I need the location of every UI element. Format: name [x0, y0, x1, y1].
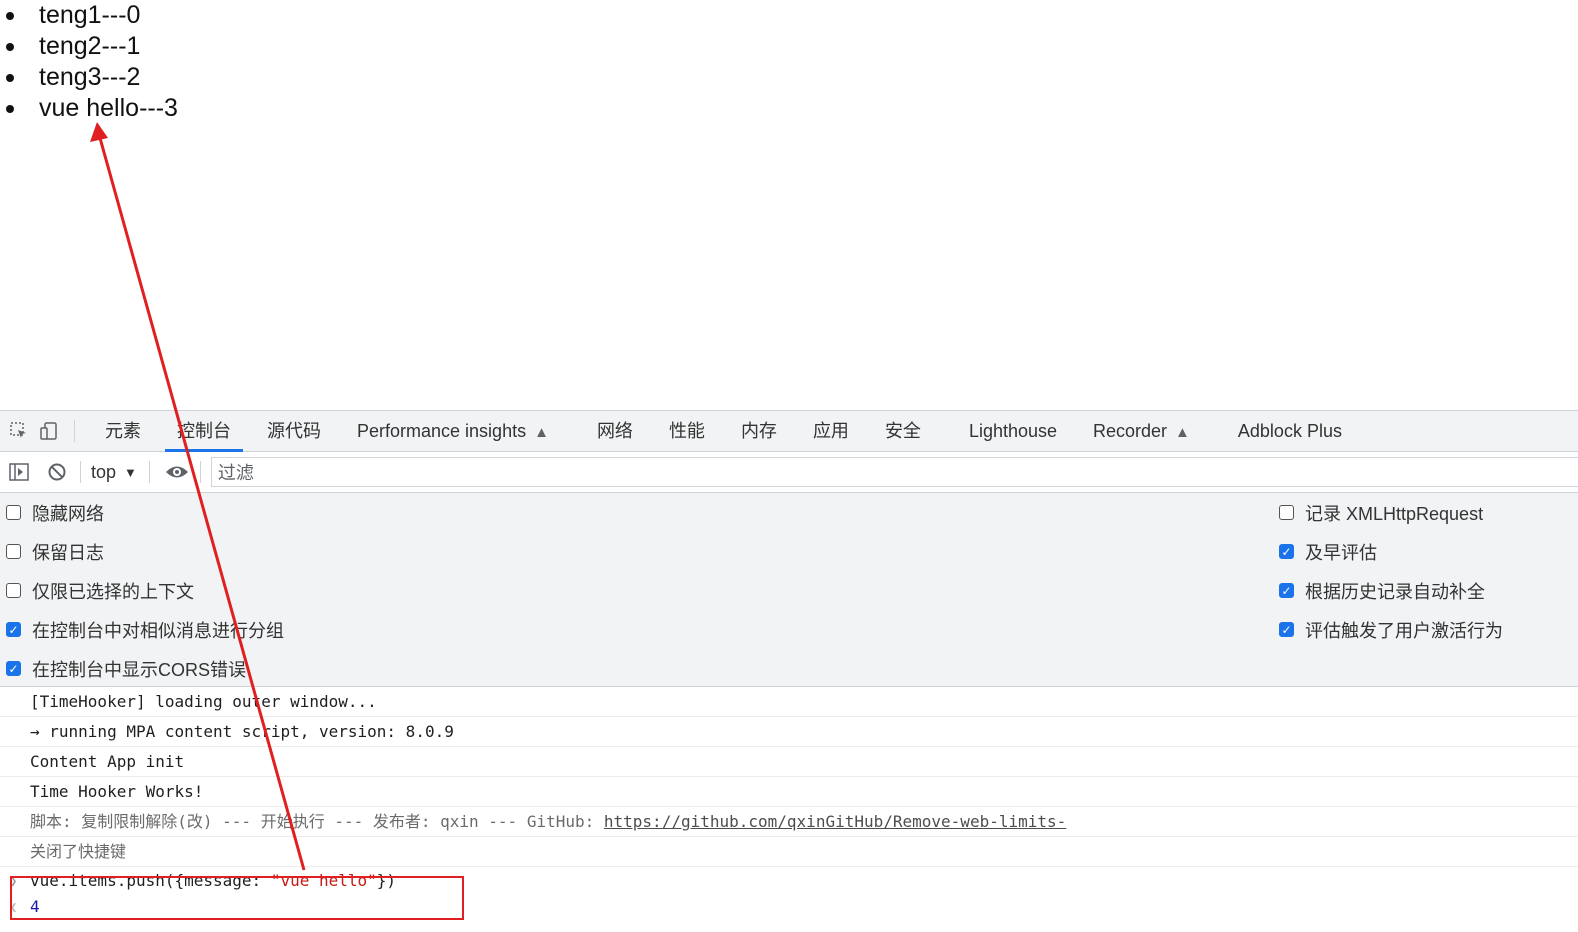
console-message: Time Hooker Works!	[0, 777, 1578, 807]
list-item: teng2---1	[0, 31, 178, 62]
chevron-down-icon: ▼	[124, 464, 137, 480]
toolbar-divider	[148, 461, 150, 483]
tab-network[interactable]: 网络	[579, 411, 651, 451]
device-toolbar-icon[interactable]	[34, 411, 64, 451]
toolbar-divider	[74, 420, 75, 442]
console-message: 脚本: 复制限制解除(改) --- 开始执行 --- 发布者: qxin ---…	[0, 807, 1578, 837]
console-message: 关闭了快捷键	[0, 837, 1578, 867]
experiment-flask-icon: ▲	[1175, 424, 1190, 441]
checkbox[interactable]	[1279, 505, 1294, 520]
console-output: [TimeHooker] loading outer window... → r…	[0, 687, 1578, 932]
setting-preserve-log[interactable]: 保留日志	[6, 532, 284, 571]
setting-group-similar[interactable]: ✓ 在控制台中对相似消息进行分组	[6, 610, 284, 649]
page-viewport: teng1---0 teng2---1 teng3---2 vue hello-…	[0, 0, 1578, 410]
tab-adblock-plus[interactable]: Adblock Plus	[1220, 411, 1360, 451]
list-item: teng3---2	[0, 62, 178, 93]
item-list: teng1---0 teng2---1 teng3---2 vue hello-…	[0, 0, 178, 124]
setting-show-cors-errors[interactable]: ✓ 在控制台中显示CORS错误	[6, 649, 284, 688]
setting-autocomplete-history[interactable]: ✓ 根据历史记录自动补全	[1279, 571, 1503, 610]
console-toolbar: top ▼ 过滤	[0, 452, 1578, 493]
context-selector[interactable]: top ▼	[85, 452, 147, 492]
live-expression-eye-icon[interactable]	[158, 452, 196, 492]
bullet-icon	[6, 74, 14, 82]
list-item: teng1---0	[0, 0, 178, 31]
checkbox-checked[interactable]: ✓	[1279, 622, 1294, 637]
settings-left-column: 隐藏网络 保留日志 仅限已选择的上下文 ✓ 在控制台中对相似消息进行分组 ✓ 在控制…	[6, 493, 284, 688]
inspect-element-icon[interactable]	[4, 411, 34, 451]
tab-lighthouse[interactable]: Lighthouse	[951, 411, 1075, 451]
setting-user-activation[interactable]: ✓ 评估触发了用户激活行为	[1279, 610, 1503, 649]
screenshot-root: teng1---0 teng2---1 teng3---2 vue hello-…	[0, 0, 1578, 932]
github-link[interactable]: https://github.com/qxinGitHub/Remove-web…	[604, 812, 1066, 831]
setting-hide-network[interactable]: 隐藏网络	[6, 493, 284, 532]
list-item: vue hello---3	[0, 93, 178, 124]
bullet-icon	[6, 12, 14, 20]
settings-right-column: 记录 XMLHttpRequest ✓ 及早评估 ✓ 根据历史记录自动补全 ✓ 评估触…	[1279, 493, 1503, 649]
result-arrow-icon: ❮	[10, 900, 18, 914]
filter-input[interactable]: 过滤	[210, 457, 1578, 487]
checkbox-checked[interactable]: ✓	[6, 661, 21, 676]
console-settings: 隐藏网络 保留日志 仅限已选择的上下文 ✓ 在控制台中对相似消息进行分组 ✓ 在控制…	[0, 493, 1578, 687]
checkbox[interactable]	[6, 505, 21, 520]
tab-console[interactable]: 控制台	[159, 411, 249, 452]
tab-sources[interactable]: 源代码	[249, 411, 339, 451]
toolbar-divider	[80, 461, 81, 483]
setting-selected-context-only[interactable]: 仅限已选择的上下文	[6, 571, 284, 610]
checkbox-checked[interactable]: ✓	[6, 622, 21, 637]
tab-application[interactable]: 应用	[795, 411, 867, 451]
tab-elements[interactable]: 元素	[87, 411, 159, 451]
tab-performance-insights[interactable]: Performance insights ▲	[339, 411, 567, 451]
setting-log-xhr[interactable]: 记录 XMLHttpRequest	[1279, 493, 1503, 532]
devtools-panel: 元素 控制台 源代码 Performance insights ▲ 网络 性能 内…	[0, 410, 1578, 932]
toolbar-divider	[199, 461, 201, 483]
bullet-icon	[6, 43, 14, 51]
tab-recorder[interactable]: Recorder ▲	[1075, 411, 1208, 451]
prompt-chevron-icon: ❯	[10, 874, 18, 888]
console-message: → running MPA content script, version: 8…	[0, 717, 1578, 747]
tab-memory[interactable]: 内存	[723, 411, 795, 451]
devtools-tabbar: 元素 控制台 源代码 Performance insights ▲ 网络 性能 内…	[0, 411, 1578, 452]
console-message: [TimeHooker] loading outer window...	[0, 687, 1578, 717]
tab-performance[interactable]: 性能	[651, 411, 723, 451]
bullet-icon	[6, 105, 14, 113]
console-input-line[interactable]: ❯ vue.items.push({message: "vue hello"})	[0, 867, 1578, 895]
checkbox[interactable]	[6, 544, 21, 559]
checkbox-checked[interactable]: ✓	[1279, 544, 1294, 559]
setting-eager-evaluation[interactable]: ✓ 及早评估	[1279, 532, 1503, 571]
console-message: Content App init	[0, 747, 1578, 777]
tab-security[interactable]: 安全	[867, 411, 939, 451]
sidebar-toggle-icon[interactable]	[0, 452, 38, 492]
experiment-flask-icon: ▲	[534, 424, 549, 441]
checkbox[interactable]	[6, 583, 21, 598]
clear-console-icon[interactable]	[38, 452, 76, 492]
checkbox-checked[interactable]: ✓	[1279, 583, 1294, 598]
console-result-line: ❮ 4	[0, 895, 1578, 919]
